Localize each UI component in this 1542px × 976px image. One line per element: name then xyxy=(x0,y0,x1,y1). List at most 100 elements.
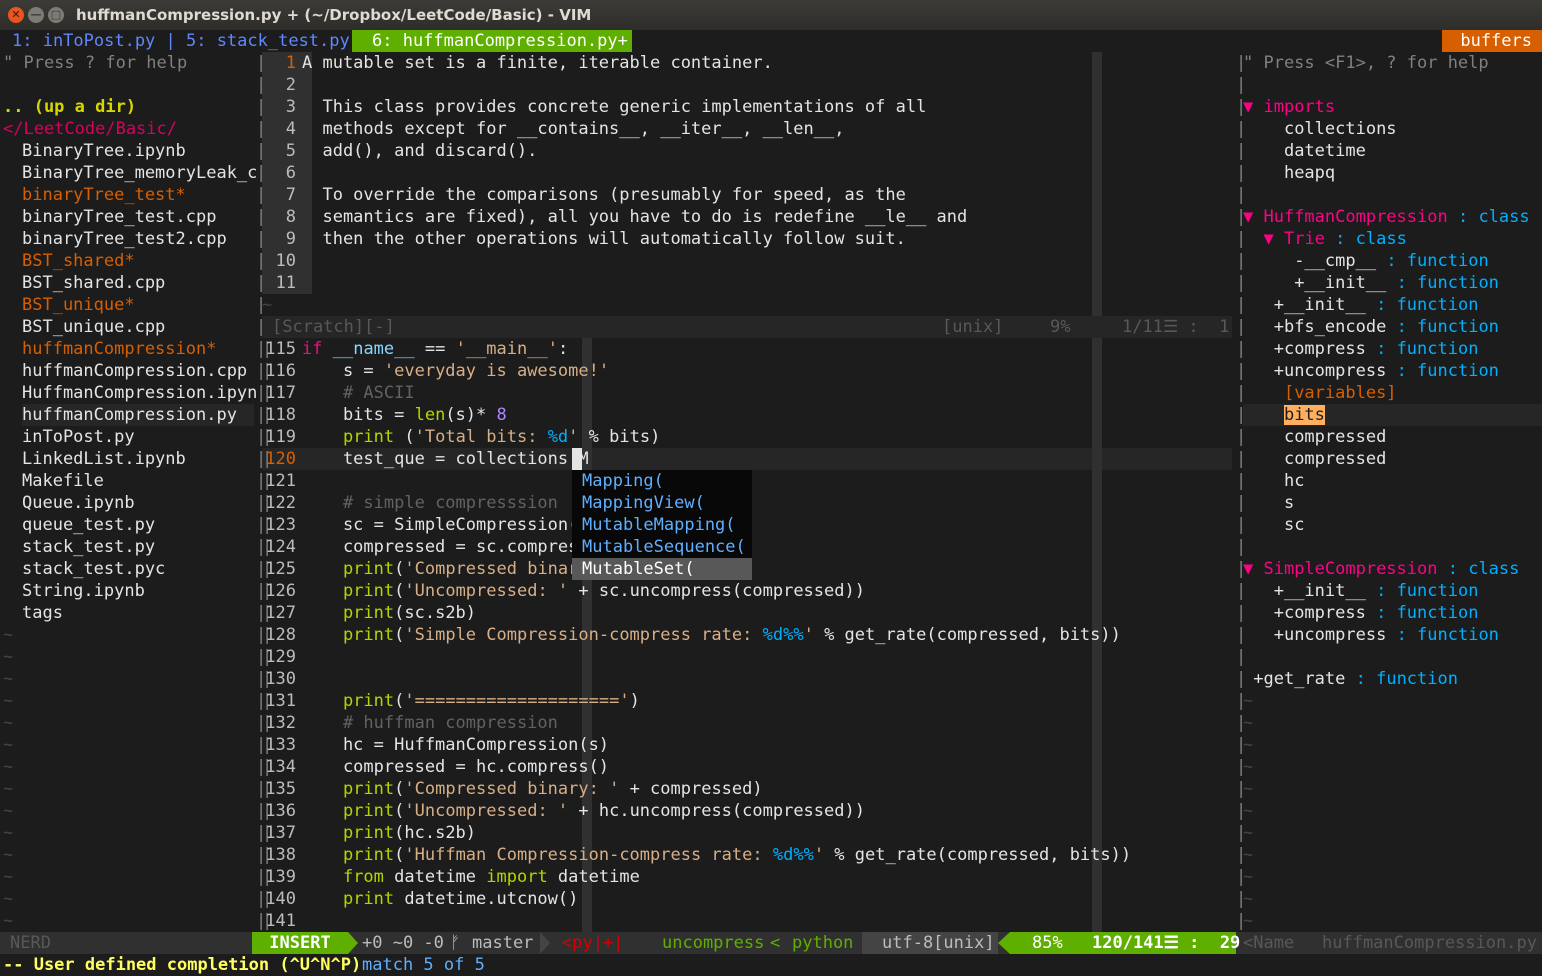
empty-line-marker: ~ xyxy=(1243,845,1254,865)
empty-line-marker: ~ xyxy=(1243,779,1254,799)
empty-line-marker: ~ xyxy=(3,823,14,843)
line-number: 1 xyxy=(285,53,296,73)
tab-inactive[interactable]: 1: inToPost.py | 5: stack_test.py xyxy=(12,30,350,52)
completion-match-msg: match 5 of 5 xyxy=(362,955,485,975)
minimize-icon[interactable]: — xyxy=(28,7,44,23)
separator-icon: < xyxy=(770,933,781,953)
nerdtree-file[interactable]: BST_shared* xyxy=(22,250,135,272)
scratch-status-pos: 1/11☰ : 1 xyxy=(1122,317,1230,337)
tagbar-sort: <Name xyxy=(1243,933,1295,953)
kind-label: : function xyxy=(1376,339,1479,359)
completion-item[interactable]: MutableSequence( xyxy=(572,536,752,558)
import-name: collections xyxy=(1283,119,1397,139)
nerdtree-file[interactable]: stack_test.py xyxy=(22,536,155,558)
nerdtree-file[interactable]: huffmanCompression.py xyxy=(22,404,254,426)
tagbar-row[interactable]: +compress : function xyxy=(1243,338,1479,360)
variable-name: compressed xyxy=(1283,449,1387,469)
nerdtree-file[interactable]: LinkedList.ipynb xyxy=(22,448,186,470)
empty-line-marker: ~ xyxy=(1243,911,1254,931)
empty-line-marker: ~ xyxy=(3,757,14,777)
tagbar-row[interactable]: ▼ SimpleCompression : class xyxy=(1243,558,1519,580)
tagbar-row[interactable]: compressed xyxy=(1243,448,1386,470)
class-name: SimpleCompression xyxy=(1263,559,1438,579)
scratch-line: methods except for __contains__, __iter_… xyxy=(302,119,845,139)
nerdtree-file[interactable]: binaryTree_test.cpp xyxy=(22,206,216,228)
nerdtree-file[interactable]: BST_unique* xyxy=(22,294,135,316)
tagbar-row[interactable]: +get_rate : function xyxy=(1243,668,1458,690)
tagbar-row[interactable]: datetime xyxy=(1243,140,1366,162)
split-separator[interactable]: | | | | | | | | | | | | | | | | | | | | … xyxy=(256,52,266,932)
empty-line-marker: ~ xyxy=(1243,823,1254,843)
code-line: # ASCII xyxy=(342,383,415,403)
completion-item[interactable]: MutableMapping( xyxy=(572,514,752,536)
vim-tabline: 1: inToPost.py | 5: stack_test.py 6: huf… xyxy=(0,30,1542,52)
nerdtree-file[interactable]: BinaryTree_memoryLeak_c xyxy=(22,162,257,184)
nerdtree-file[interactable]: tags xyxy=(22,602,63,624)
line-number: 115 xyxy=(265,339,296,359)
line-number: 4 xyxy=(285,119,296,139)
nerdtree-file[interactable]: inToPost.py xyxy=(22,426,135,448)
split-separator-right[interactable]: | | | | | | | | | | | | | | | | | | | | … xyxy=(1236,52,1246,932)
tagbar-row[interactable]: +__init__ : function xyxy=(1243,294,1479,316)
tagbar-row[interactable]: bits xyxy=(1243,404,1325,426)
member-name: +bfs_encode xyxy=(1273,317,1387,337)
nerdtree-file[interactable]: BST_shared.cpp xyxy=(22,272,165,294)
tagbar-row[interactable]: s xyxy=(1243,492,1294,514)
line-number: 3 xyxy=(285,97,296,117)
line-number: 129 xyxy=(265,647,296,667)
tagbar-row[interactable]: +uncompress : function xyxy=(1243,624,1499,646)
tagbar-row[interactable]: ▼ Trie : class xyxy=(1243,228,1406,250)
tab-active[interactable]: 6: huffmanCompression.py+ xyxy=(352,30,632,52)
tagbar-row[interactable]: +__init__ : function xyxy=(1243,580,1479,602)
scratch-status-pct: 9% xyxy=(1050,317,1071,337)
nerdtree-updir[interactable]: .. (up a dir) xyxy=(3,96,136,118)
variable-name: bits xyxy=(1283,405,1325,425)
tagbar-row[interactable]: +__init__ : function xyxy=(1243,272,1499,294)
close-icon[interactable]: ✕ xyxy=(8,7,24,23)
completion-item[interactable]: MutableSet( xyxy=(572,558,752,580)
nerdtree-file[interactable]: binaryTree_test* xyxy=(22,184,186,206)
line-number: 141 xyxy=(265,911,296,931)
fold-open-icon: ▼ xyxy=(1243,207,1264,227)
tagbar-row[interactable]: compressed xyxy=(1243,426,1386,448)
tagbar-row[interactable]: -__cmp__ : function xyxy=(1243,250,1489,272)
tagbar-row[interactable]: [variables] xyxy=(1243,382,1397,404)
nerdtree-file[interactable]: queue_test.py xyxy=(22,514,155,536)
nerdtree-file[interactable]: HuffmanCompression.ipyn xyxy=(22,382,257,404)
nerdtree-file[interactable]: BST_unique.cpp xyxy=(22,316,165,338)
tagbar-row[interactable]: ▼ HuffmanCompression : class xyxy=(1243,206,1530,228)
nerdtree-file[interactable]: stack_test.pyc xyxy=(22,558,165,580)
line-number: 140 xyxy=(265,889,296,909)
maximize-icon[interactable]: □ xyxy=(48,7,64,23)
nerdtree-file[interactable]: BinaryTree.ipynb xyxy=(22,140,186,162)
nerdtree-root[interactable]: </LeetCode/Basic/ xyxy=(3,118,177,140)
tagbar-row[interactable]: +bfs_encode : function xyxy=(1243,316,1499,338)
tagbar-row[interactable]: collections xyxy=(1243,118,1397,140)
nerdtree-file[interactable]: String.ipynb xyxy=(22,580,145,602)
cursor-position: 120/141☰ : 29 xyxy=(1092,933,1241,953)
empty-line-marker: ~ xyxy=(3,845,14,865)
line-number: 123 xyxy=(265,515,296,535)
line-number: 10 xyxy=(275,251,296,271)
completion-item[interactable]: Mapping( xyxy=(572,470,752,492)
tagbar-row[interactable]: heapq xyxy=(1243,162,1335,184)
tagbar-row[interactable]: sc xyxy=(1243,514,1304,536)
tagbar-row[interactable]: +uncompress : function xyxy=(1243,360,1499,382)
nerdtree-file[interactable]: huffmanCompression* xyxy=(22,338,216,360)
nerdtree-file[interactable]: Queue.ipynb xyxy=(22,492,135,514)
completion-item[interactable]: MappingView( xyxy=(572,492,752,514)
tagbar-row[interactable]: hc xyxy=(1243,470,1304,492)
tagbar-row[interactable]: +compress : function xyxy=(1243,602,1479,624)
nerdtree-file[interactable]: binaryTree_test2.cpp xyxy=(22,228,227,250)
tagbar-row[interactable]: ▼ imports xyxy=(1243,96,1335,118)
empty-line-marker: ~ xyxy=(3,801,14,821)
nerdtree-file[interactable]: Makefile xyxy=(22,470,104,492)
nerdtree-file[interactable]: huffmanCompression.cpp xyxy=(22,360,247,382)
